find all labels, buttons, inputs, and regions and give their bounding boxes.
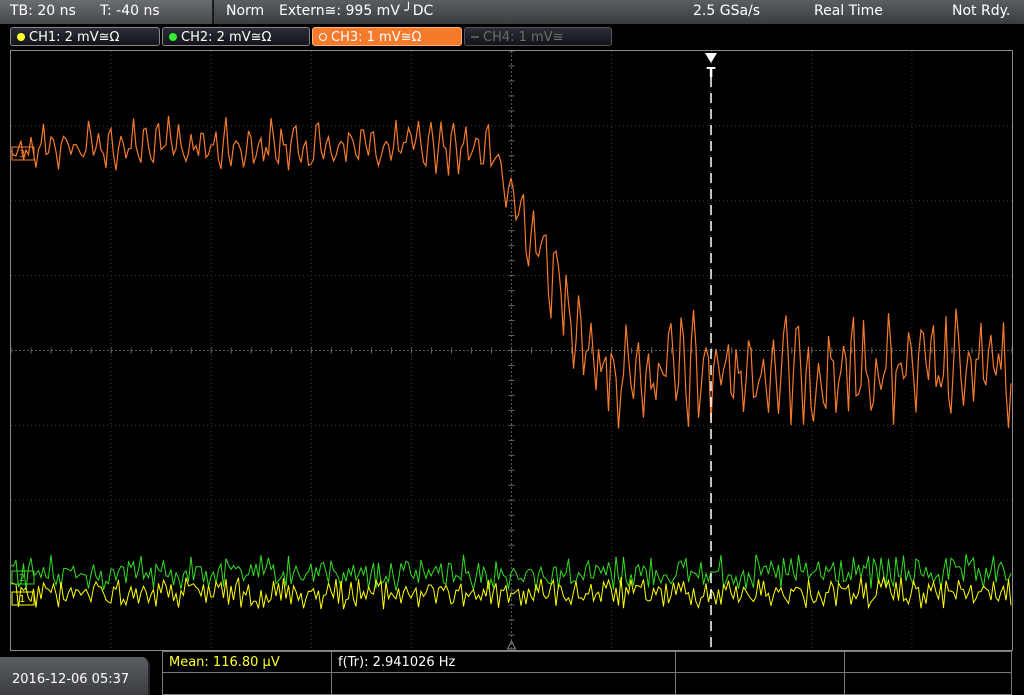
- channel-tab-ch1[interactable]: CH1: 2 mV≅Ω: [10, 27, 160, 46]
- channel-tab-ch2[interactable]: CH2: 2 mV≅Ω: [162, 27, 310, 46]
- ch1-ref-marker: 1: [11, 591, 35, 606]
- timebase-label: TB: 20 ns: [10, 3, 76, 19]
- frequency-measurement: f(Tr): 2.941026 Hz: [338, 655, 456, 670]
- status-label: Not Rdy.: [952, 3, 1011, 19]
- channel-tab-row: CH1: 2 mV≅Ω CH2: 2 mV≅Ω CH3: 1 mV≅Ω CH4:…: [0, 24, 1024, 50]
- timebase-panel[interactable]: TB: 20 ns T: -40 ns: [0, 0, 214, 24]
- waveform-graticule: T 3 2 1: [11, 51, 1012, 650]
- sample-rate-label: 2.5 GSa/s: [693, 3, 761, 19]
- ch2-ref-label: 2: [19, 573, 25, 584]
- trigger-source-label: Extern≅: 995 mV ╯DC: [279, 3, 434, 19]
- channel-tab-ch3[interactable]: CH3: 1 mV≅Ω: [312, 27, 462, 46]
- ch3-ref-label: 3: [19, 149, 25, 160]
- channel-tab-ch4[interactable]: CH4: 1 mV≅: [464, 27, 612, 46]
- channel-tab-label: CH3: 1 mV≅Ω: [331, 30, 422, 45]
- measurement-cell[interactable]: f(Tr): 2.941026 Hz: [331, 651, 676, 673]
- mean-measurement: Mean: 116.80 µV: [169, 655, 280, 670]
- channel-tab-label: CH4: 1 mV≅: [483, 30, 564, 45]
- ch1-ref-label: 1: [19, 594, 25, 605]
- ch3-ref-marker: 3: [11, 146, 35, 161]
- measurement-cell[interactable]: Mean: 116.80 µV: [162, 651, 332, 673]
- channel-tab-label: CH2: 2 mV≅Ω: [181, 30, 272, 45]
- ch2-color-dot-icon: [169, 33, 177, 41]
- channel-tab-label: CH1: 2 mV≅Ω: [29, 30, 120, 45]
- ch3-color-dot-icon: [319, 33, 327, 41]
- status-bar: TB: 20 ns T: -40 ns Norm Extern≅: 995 mV…: [0, 0, 1024, 24]
- measurement-cell-empty[interactable]: [844, 651, 1012, 673]
- trigger-mode-label: Norm: [226, 3, 265, 19]
- datetime-panel: 2016-12-06 05:37: [0, 657, 150, 695]
- trigger-marker-icon: T: [705, 53, 717, 81]
- ch4-off-icon: [471, 36, 479, 38]
- waveform-display[interactable]: T 3 2 1: [10, 50, 1013, 651]
- trigger-offset-label: T: -40 ns: [100, 3, 160, 19]
- datetime-label: 2016-12-06 05:37: [12, 672, 130, 687]
- ch2-ref-marker: 2: [11, 570, 35, 585]
- ch1-color-dot-icon: [17, 33, 25, 41]
- footer-bar: 2016-12-06 05:37 Mean: 116.80 µV f(Tr): …: [0, 651, 1024, 695]
- trigger-marker-label: T: [707, 66, 716, 81]
- measurement-cell-empty[interactable]: [675, 651, 845, 673]
- measurement-cell-empty[interactable]: [675, 672, 845, 695]
- acquisition-mode-label: Real Time: [814, 3, 883, 19]
- measurement-cell-empty[interactable]: [331, 672, 676, 695]
- measurement-table[interactable]: Mean: 116.80 µV f(Tr): 2.941026 Hz: [162, 651, 1012, 695]
- trigger-panel[interactable]: Norm Extern≅: 995 mV ╯DC 2.5 GSa/s Real …: [216, 0, 1024, 24]
- measurement-cell-empty[interactable]: [844, 672, 1012, 695]
- measurement-cell-empty[interactable]: [162, 672, 332, 695]
